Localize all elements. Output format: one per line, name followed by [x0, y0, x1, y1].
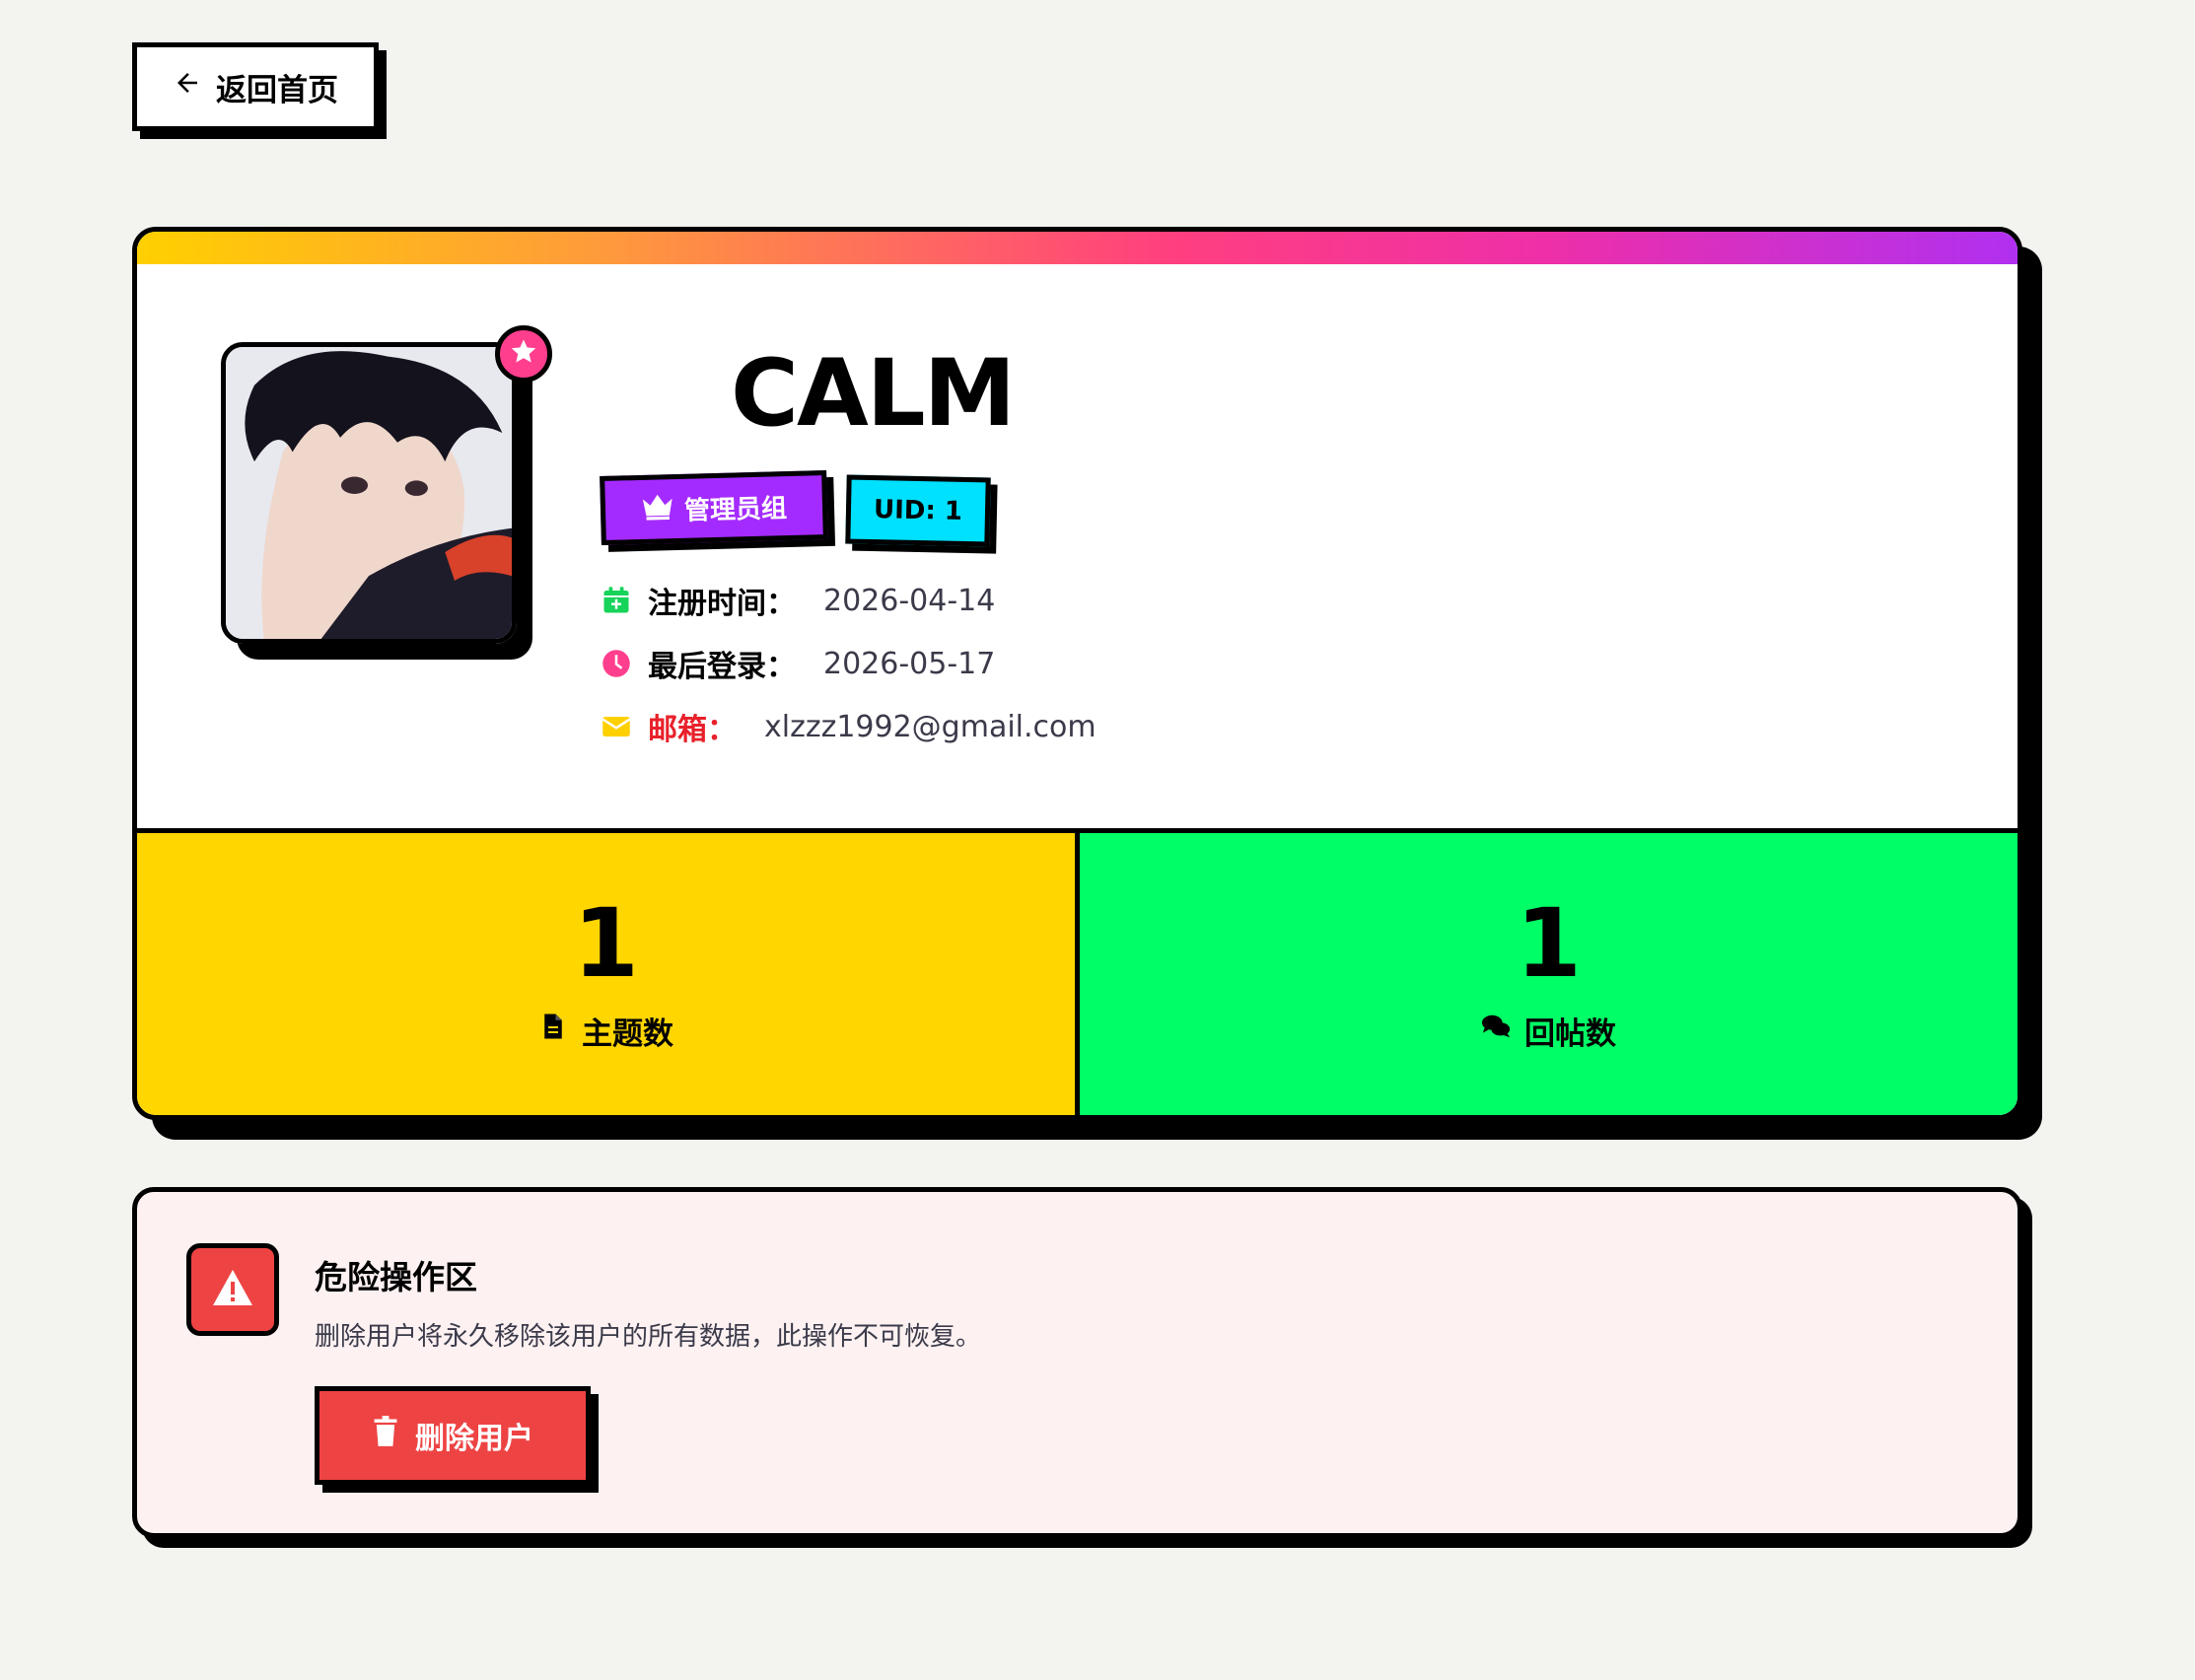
stats-panel: 1 主题数 1 回帖数 — [137, 828, 2018, 1115]
back-home-button[interactable]: 返回首页 — [132, 42, 379, 131]
danger-icon-box — [186, 1243, 279, 1336]
star-icon — [509, 337, 538, 371]
replies-label: 回帖数 — [1524, 1015, 1616, 1052]
email-row: 邮箱： xlzzz1992@gmail.com — [601, 705, 1097, 748]
danger-zone-description: 删除用户将永久移除该用户的所有数据，此操作不可恢复。 — [315, 1322, 982, 1352]
topics-stat: 1 主题数 — [137, 833, 1080, 1115]
replies-stat: 1 回帖数 — [1080, 833, 2018, 1115]
email-label: 邮箱： — [648, 713, 737, 747]
avatar-star-badge — [495, 325, 552, 383]
warning-triangle-icon — [211, 1268, 254, 1311]
topics-count: 1 — [573, 887, 639, 999]
avatar-container — [221, 325, 552, 656]
danger-zone-card: 危险操作区 删除用户将永久移除该用户的所有数据，此操作不可恢复。 删除用户 — [132, 1187, 2022, 1538]
calendar-plus-icon — [601, 585, 632, 616]
trash-icon — [372, 1416, 399, 1455]
last-login-label: 最后登录： — [648, 650, 796, 684]
uid-tag: UID: 1 — [845, 474, 991, 547]
avatar — [221, 342, 517, 644]
group-tag: 管理员组 — [600, 470, 828, 545]
delete-user-label: 删除用户 — [415, 1422, 533, 1456]
file-icon — [538, 1012, 568, 1049]
gradient-header-bar — [137, 232, 2018, 264]
replies-label-row: 回帖数 — [1481, 1009, 1616, 1053]
last-login-row: 最后登录： 2026-05-17 — [601, 642, 995, 685]
topics-label: 主题数 — [582, 1015, 673, 1052]
delete-user-button[interactable]: 删除用户 — [315, 1386, 591, 1485]
arrow-left-icon — [173, 68, 202, 105]
register-time-value: 2026-04-14 — [823, 583, 996, 618]
crown-icon — [641, 492, 675, 527]
topics-label-row: 主题数 — [538, 1009, 673, 1053]
register-time-label: 注册时间： — [648, 587, 796, 621]
username: CALM — [731, 340, 1016, 448]
last-login-value: 2026-05-17 — [823, 646, 996, 681]
comments-icon — [1481, 1012, 1511, 1049]
register-time-row: 注册时间： 2026-04-14 — [601, 579, 995, 622]
replies-count: 1 — [1516, 887, 1582, 999]
group-tag-label: 管理员组 — [683, 493, 788, 526]
profile-card: CALM 管理员组 UID: 1 注册时间： 2026-04-14 最后登录： … — [132, 227, 2022, 1120]
email-value: xlzzz1992@gmail.com — [764, 709, 1097, 744]
danger-zone-title: 危险操作区 — [315, 1258, 477, 1296]
back-home-label: 返回首页 — [216, 72, 338, 108]
envelope-icon — [601, 711, 632, 742]
clock-icon — [601, 648, 632, 679]
